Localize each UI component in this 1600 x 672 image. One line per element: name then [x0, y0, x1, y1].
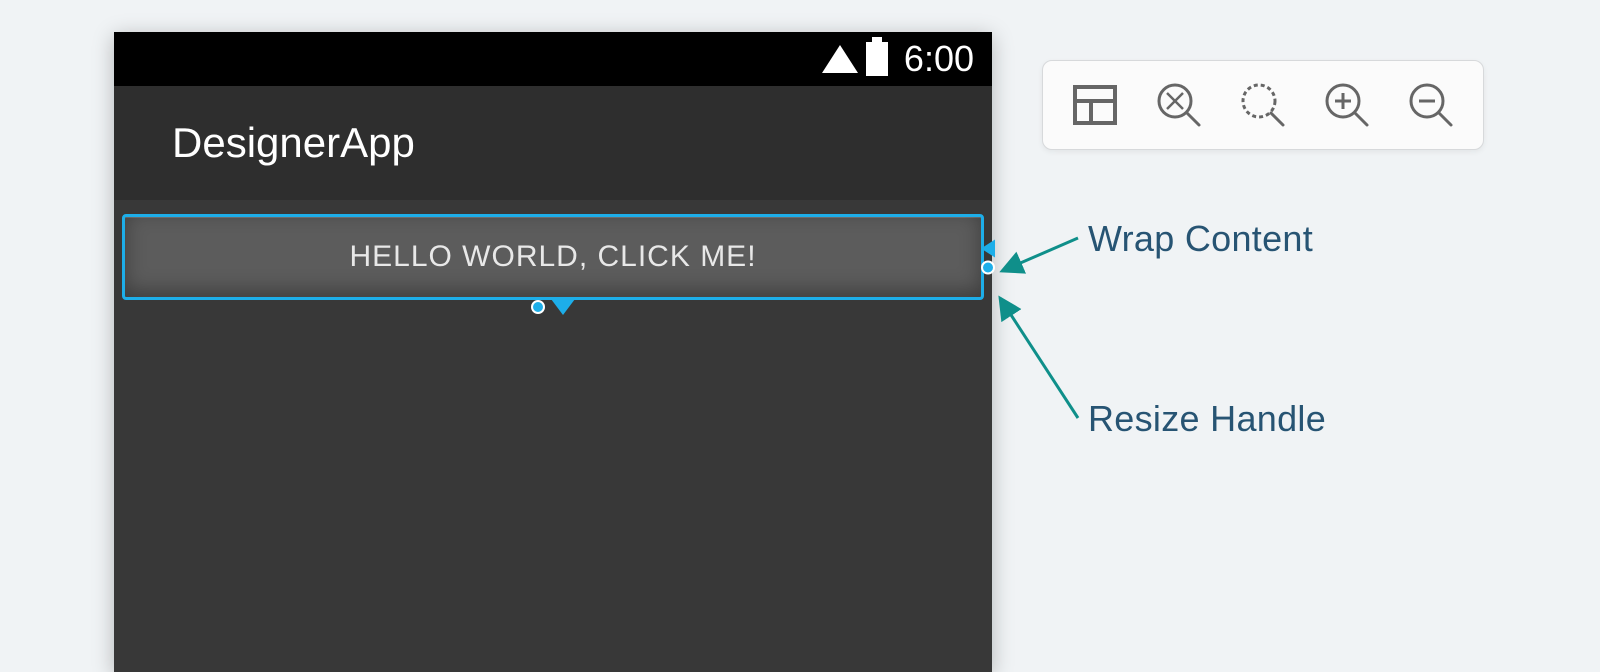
battery-icon — [866, 42, 888, 76]
status-time: 6:00 — [904, 38, 974, 80]
zoom-out-icon — [1407, 81, 1455, 129]
layout-surface[interactable]: HELLO WORLD, CLICK ME! — [114, 200, 992, 672]
wrap-content-bottom-icon[interactable] — [551, 299, 575, 315]
selection-bottom-handles — [531, 299, 575, 315]
wrap-content-chevron-icon[interactable] — [981, 240, 995, 258]
wifi-icon — [822, 45, 858, 73]
layout-grid-icon — [1073, 85, 1117, 125]
zoom-actual-button[interactable] — [1239, 81, 1287, 129]
zoom-in-button[interactable] — [1323, 81, 1371, 129]
callout-wrap-content: Wrap Content — [1088, 218, 1313, 260]
zoom-out-button[interactable] — [1407, 81, 1455, 129]
status-bar: 6:00 — [114, 32, 992, 86]
surface-mode-button[interactable] — [1071, 81, 1119, 129]
hello-world-button-label: HELLO WORLD, CLICK ME! — [349, 240, 756, 274]
device-preview: 6:00 DesignerApp HELLO WORLD, CLICK ME! — [114, 32, 992, 672]
zoom-actual-icon — [1239, 81, 1287, 129]
resize-handle-right[interactable] — [981, 261, 995, 275]
app-title: DesignerApp — [172, 119, 415, 167]
resize-handle-bottom[interactable] — [531, 300, 545, 314]
callout-resize-handle: Resize Handle — [1088, 398, 1326, 440]
selection-right-handles — [981, 240, 995, 275]
hello-world-button[interactable]: HELLO WORLD, CLICK ME! — [122, 214, 984, 300]
designer-zoom-toolbar — [1042, 60, 1484, 150]
app-bar: DesignerApp — [114, 86, 992, 200]
zoom-fit-button[interactable] — [1155, 81, 1203, 129]
zoom-in-icon — [1323, 81, 1371, 129]
zoom-fit-icon — [1155, 81, 1203, 129]
